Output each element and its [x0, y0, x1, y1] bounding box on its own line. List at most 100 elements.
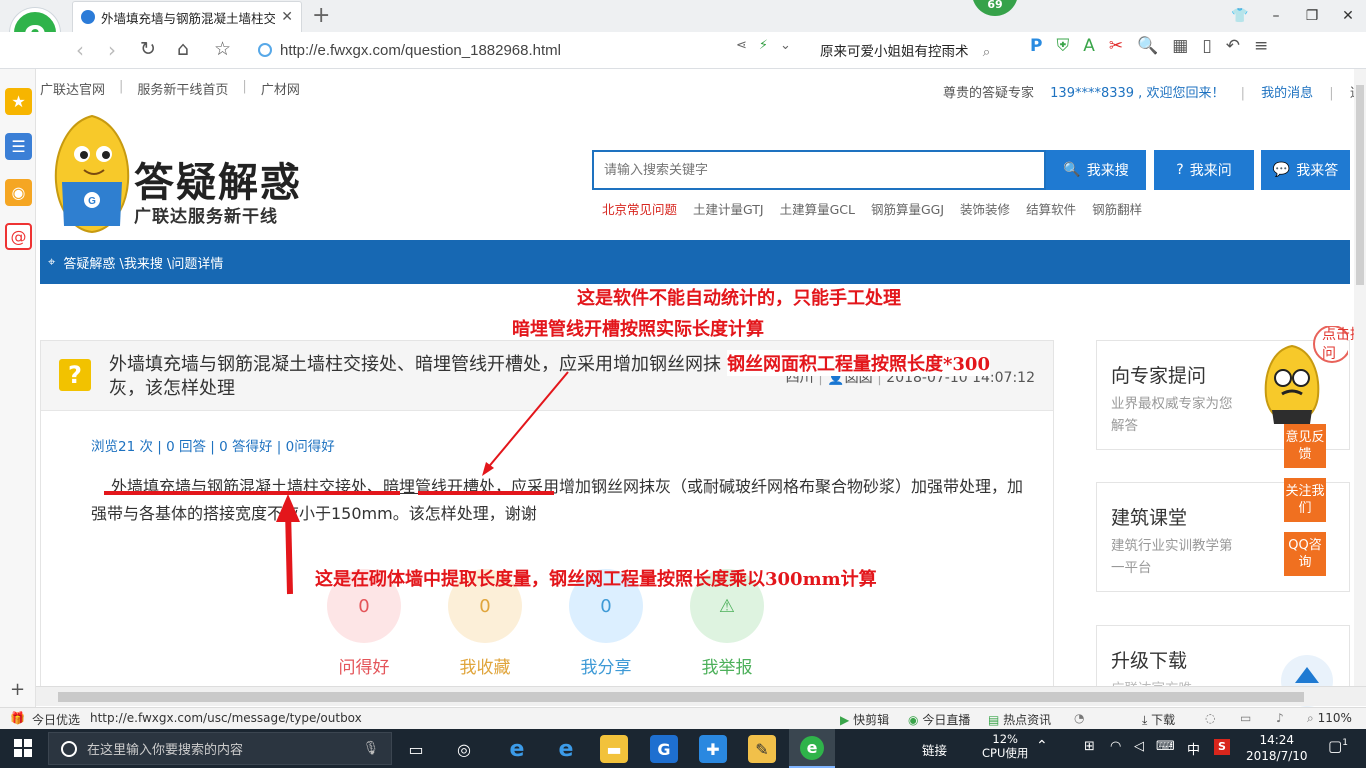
link-fwxgx-home[interactable]: 服务新干线首页 — [137, 79, 228, 101]
restore-button[interactable]: ❐ — [1294, 0, 1330, 32]
url-text: http://e.fwxgx.com/question_1882968.html — [280, 41, 562, 59]
ask-button[interactable]: ? 我来问 — [1154, 150, 1254, 190]
sogou-ime-icon[interactable]: S — [1214, 739, 1230, 755]
notification-center-icon[interactable]: ▢1 — [1328, 737, 1348, 755]
home-icon[interactable]: ⌂ — [177, 38, 189, 60]
hot-link[interactable]: 钢筋算量GGJ — [871, 199, 944, 218]
search-button[interactable]: 🔍 我来搜 — [1046, 150, 1146, 190]
edge-icon[interactable]: e — [503, 735, 531, 763]
breadcrumb[interactable]: 答疑解惑 \我来搜 \问题详情 — [63, 253, 223, 272]
horizontal-scrollbar[interactable] — [36, 686, 1366, 706]
follow-button[interactable]: 关注我们 — [1284, 478, 1326, 522]
ie-icon[interactable]: e — [552, 735, 580, 763]
action-label: 我分享 — [580, 658, 632, 678]
action-count: 0 — [479, 595, 491, 617]
link-glodon[interactable]: 广联达官网 — [40, 79, 105, 101]
favorites-icon[interactable]: ★ — [5, 88, 32, 115]
taskbar-search[interactable]: 在这里输入你要搜索的内容 🎙 — [48, 732, 392, 765]
add-sidebar-icon[interactable]: + — [10, 679, 25, 700]
forward-icon[interactable]: › — [108, 38, 116, 62]
speed-icon[interactable]: ◔ — [1074, 711, 1084, 725]
refresh-icon[interactable]: ↻ — [140, 38, 156, 60]
wifi-icon[interactable]: ◠ — [1110, 739, 1121, 754]
link-gcw[interactable]: 广材网 — [261, 79, 300, 101]
taskbar-search-placeholder: 在这里输入你要搜索的内容 — [87, 743, 244, 758]
tab-close-icon[interactable]: ✕ — [281, 9, 293, 25]
share-icon[interactable]: ⋖ — [736, 38, 747, 53]
user-bar: 尊贵的答疑专家 139****8339 , 欢迎您回来！ | 我的消息 | 退 — [943, 82, 1363, 101]
scissors-icon[interactable]: ✂ — [1109, 36, 1123, 56]
magnifier-icon[interactable]: 🔍 — [1137, 36, 1158, 56]
notes-app-icon[interactable]: ✎ — [748, 735, 776, 763]
taskbar-link-toolbar[interactable]: 链接 — [922, 740, 947, 759]
app-plus-icon[interactable]: ✚ — [699, 735, 727, 763]
shield-icon[interactable]: ⛨ — [1056, 36, 1069, 56]
hot-link[interactable]: 钢筋翻样 — [1092, 199, 1142, 218]
browser-taskbar-icon[interactable]: e — [789, 729, 835, 768]
apps-icon[interactable]: ▦ — [1172, 36, 1188, 56]
windows-start-icon[interactable] — [14, 739, 32, 757]
hot-link[interactable]: 装饰装修 — [960, 199, 1010, 218]
hot-link[interactable]: 土建算量GCL — [780, 199, 855, 218]
panel-title: 建筑课堂 — [1111, 507, 1188, 529]
skin-icon[interactable]: 👕 — [1222, 0, 1258, 32]
answer-button[interactable]: 💬 我来答 — [1261, 150, 1350, 190]
system-clock[interactable]: 14:24 2018/7/10 — [1246, 732, 1308, 764]
chevron-down-icon[interactable]: ⌄ — [780, 38, 791, 53]
search-icon: 🔍 — [1063, 162, 1081, 178]
user-welcome[interactable]: 139****8339 , 欢迎您回来！ — [1050, 86, 1224, 101]
menu-icon[interactable]: ≡ — [1254, 36, 1268, 56]
live-today[interactable]: ◉ 今日直播 — [908, 711, 970, 728]
url-field[interactable]: http://e.fwxgx.com/question_1882968.html — [258, 36, 804, 64]
horizontal-scroll-thumb[interactable] — [58, 692, 1304, 702]
lightning-icon[interactable]: ⚡ — [759, 38, 768, 53]
question-title: 外墙填充墙与钢筋混凝土墙柱交接处、暗埋管线开槽处，应采用增加钢丝网抹灰，该怎样处… — [109, 354, 721, 399]
my-messages-link[interactable]: 我的消息 — [1261, 86, 1313, 101]
extension-p-icon[interactable]: P — [1030, 36, 1042, 56]
cpu-label: CPU使用 — [982, 746, 1029, 760]
volume-icon[interactable]: ♪ — [1276, 711, 1284, 725]
keyboard-icon[interactable]: ⌨ — [1156, 739, 1175, 754]
back-icon[interactable]: ‹ — [76, 38, 84, 62]
download-link[interactable]: ⤓ 下载 — [1142, 711, 1175, 728]
scrollbar-thumb[interactable] — [1356, 85, 1364, 285]
favorite-star-icon[interactable]: ☆ — [214, 38, 231, 60]
glodon-app-icon[interactable]: G — [650, 735, 678, 763]
close-window-button[interactable]: ✕ — [1330, 0, 1366, 32]
weibo-icon[interactable]: ◉ — [5, 179, 32, 206]
hot-link[interactable]: 结算软件 — [1026, 199, 1076, 218]
hot-news[interactable]: ▤ 热点资讯 — [988, 711, 1051, 728]
file-explorer-icon[interactable]: ▬ — [600, 735, 628, 763]
tray-expand-icon[interactable]: ⌃ — [1036, 738, 1048, 754]
address-search-box[interactable]: 原来可爱小姐姐有控雨术 ⌕ — [820, 40, 990, 60]
feedback-button[interactable]: 意见反馈 — [1284, 424, 1326, 468]
vertical-scrollbar[interactable] — [1354, 69, 1366, 686]
daily-picks[interactable]: 今日优选 — [32, 711, 80, 728]
quick-clip[interactable]: ▶ 快剪辑 — [840, 711, 889, 728]
hot-link[interactable]: 土建计量GTJ — [693, 199, 764, 218]
task-view-icon[interactable]: ▭ — [402, 735, 430, 763]
window-icon[interactable]: ▭ — [1240, 711, 1251, 725]
clean-icon[interactable]: ◌ — [1205, 711, 1215, 725]
cpu-meter[interactable]: 12% CPU使用 — [982, 732, 1028, 760]
microphone-icon[interactable]: 🎙 — [362, 741, 379, 756]
phone-icon[interactable]: ▯ — [1202, 36, 1211, 56]
qq-consult-button[interactable]: QQ咨询 — [1284, 532, 1326, 576]
translate-icon[interactable]: A — [1083, 36, 1095, 56]
tab-favicon-icon — [81, 10, 95, 24]
new-tab-button[interactable]: + — [312, 3, 330, 28]
browser-tab[interactable]: 外墙填充墙与钢筋混凝土墙柱交接处 ✕ — [72, 1, 302, 32]
undo-icon[interactable]: ↶ — [1226, 36, 1240, 56]
zoom-level[interactable]: ⌕ 110% — [1307, 711, 1352, 726]
hot-link[interactable]: 北京常见问题 — [602, 199, 677, 218]
minimize-button[interactable]: – — [1258, 0, 1294, 32]
reading-list-icon[interactable]: ☰ — [5, 133, 32, 160]
tray-app-icon[interactable]: ⊞ — [1084, 739, 1095, 754]
email-icon[interactable]: @ — [5, 223, 32, 250]
speaker-icon[interactable]: ◁ — [1134, 739, 1144, 754]
divider: | — [119, 79, 124, 94]
search-icon[interactable]: ⌕ — [983, 44, 991, 60]
site-search-input[interactable] — [594, 152, 1044, 188]
app-swirl-icon[interactable]: ◎ — [450, 735, 478, 763]
ime-indicator[interactable]: 中 — [1187, 739, 1200, 758]
